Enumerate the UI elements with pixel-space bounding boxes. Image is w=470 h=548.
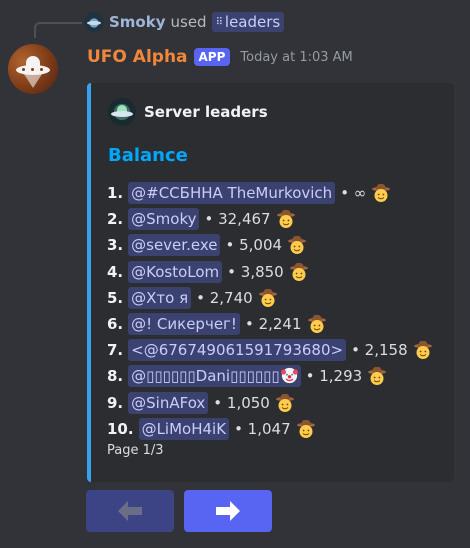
embed-footer: Page 1/3 xyxy=(107,443,164,458)
ufo-beam xyxy=(24,74,42,88)
leaderboard-row: 4. @KostoLom • 3,850 xyxy=(107,259,433,285)
user-mention[interactable]: @SinAFox xyxy=(128,391,209,414)
clown-icon xyxy=(280,368,298,384)
rank-number: 10. xyxy=(107,419,134,438)
reply-used-text: used xyxy=(170,13,207,31)
cowboy-emoji-icon xyxy=(289,262,308,281)
user-mention[interactable]: @LiMoH4iK xyxy=(138,417,230,440)
reply-user-name[interactable]: Smoky xyxy=(109,13,166,31)
reply-user-avatar[interactable] xyxy=(84,12,104,32)
cowboy-emoji-icon xyxy=(276,210,295,229)
arrow-right-icon xyxy=(216,501,240,521)
balance-value: • 2,740 xyxy=(196,288,253,307)
rank-number: 4. xyxy=(107,262,124,281)
rank-number: 6. xyxy=(107,315,124,334)
cowboy-emoji-icon xyxy=(288,236,307,255)
rank-number: 5. xyxy=(107,288,124,307)
mention-text: @▯▯▯▯▯▯Dani▯▯▯▯▯▯ xyxy=(131,367,280,386)
rank-number: 7. xyxy=(107,341,124,360)
user-mention[interactable]: @▯▯▯▯▯▯Dani▯▯▯▯▯▯ xyxy=(128,365,301,388)
embed-author: Server leaders xyxy=(108,98,268,126)
cowboy-emoji-icon xyxy=(296,419,315,438)
message-header: UFO Alpha APP Today at 1:03 AM xyxy=(87,44,353,70)
cowboy-emoji-icon xyxy=(258,288,277,307)
cowboy-emoji-icon xyxy=(368,367,387,386)
ufo-light xyxy=(31,68,34,71)
slash-command-chip[interactable]: ⠿ leaders xyxy=(211,12,285,32)
user-mention[interactable]: @KostoLom xyxy=(128,260,223,283)
user-mention[interactable]: @! Сикерчег! xyxy=(128,313,240,336)
cowboy-emoji-icon xyxy=(307,314,326,334)
slash-command-name: leaders xyxy=(224,13,281,31)
balance-value: • ∞ xyxy=(340,184,367,203)
leaderboard-row: 9. @SinAFox • 1,050 xyxy=(107,390,433,416)
reply-context[interactable]: Smoky used ⠿ leaders xyxy=(84,9,285,35)
leaderboard-row: 8. @▯▯▯▯▯▯Dani▯▯▯▯▯▯ • 1,293 xyxy=(107,363,433,389)
balance-value: • 3,850 xyxy=(227,262,284,281)
balance-value: • 1,050 xyxy=(213,393,270,412)
leaderboard-row: 7. <@676749061591793680> • 2,158 xyxy=(107,337,433,363)
next-page-button[interactable] xyxy=(184,490,272,532)
cowboy-emoji-icon xyxy=(275,393,294,412)
user-mention[interactable]: <@676749061591793680> xyxy=(128,339,347,362)
rank-number: 1. xyxy=(107,184,124,203)
user-mention[interactable]: @#ССБННА TheMurkovich xyxy=(128,182,336,205)
balance-value: • 1,047 xyxy=(234,419,291,438)
author-ufo-icon xyxy=(108,98,136,126)
balance-value: • 32,467 xyxy=(204,210,271,229)
leaderboard-list: 1. @#ССБННА TheMurkovich • ∞ 2. @Smoky •… xyxy=(107,180,433,442)
embed-author-name: Server leaders xyxy=(144,103,268,121)
leaderboard-row: 6. @! Сикерчег! • 2,241 xyxy=(107,311,433,337)
bot-name[interactable]: UFO Alpha xyxy=(87,47,188,67)
app-badge: APP xyxy=(193,48,231,66)
message-timestamp: Today at 1:03 AM xyxy=(240,49,353,65)
balance-value: • 1,293 xyxy=(305,367,363,386)
discord-message: Smoky used ⠿ leaders UFO Alpha APP Today… xyxy=(0,0,470,548)
command-icon: ⠿ xyxy=(215,16,223,28)
previous-page-button[interactable] xyxy=(86,490,174,532)
balance-value: • 2,158 xyxy=(351,341,408,360)
balance-value: • 2,241 xyxy=(244,315,302,334)
leaderboard-row: 5. @Хто я • 2,740 xyxy=(107,285,433,311)
cowboy-emoji-icon xyxy=(413,341,432,360)
ufo-light xyxy=(22,68,25,71)
leaderboard-row: 10. @LiMoH4iK • 1,047 xyxy=(107,416,433,442)
leaderboard-row: 1. @#ССБННА TheMurkovich • ∞ xyxy=(107,180,433,206)
balance-value: • 5,004 xyxy=(225,236,283,255)
user-mention[interactable]: @sever.exe xyxy=(128,234,221,257)
rank-number: 2. xyxy=(107,210,124,229)
cowboy-emoji-icon xyxy=(372,183,391,203)
embed-title: Balance xyxy=(108,145,188,166)
reply-connector xyxy=(34,22,82,38)
arrow-left-icon xyxy=(118,501,142,521)
leaderboard-row: 3. @sever.exe • 5,004 xyxy=(107,232,433,258)
leaderboard-embed: Server leaders Balance 1. @#ССБННА TheMu… xyxy=(87,83,454,482)
user-mention[interactable]: @Хто я xyxy=(128,286,192,309)
bot-avatar[interactable] xyxy=(8,44,58,94)
rank-number: 3. xyxy=(107,236,124,255)
rank-number: 8. xyxy=(107,367,124,386)
rank-number: 9. xyxy=(107,393,124,412)
user-mention[interactable]: @Smoky xyxy=(128,208,200,231)
ufo-light xyxy=(40,68,43,71)
leaderboard-row: 2. @Smoky • 32,467 xyxy=(107,206,433,232)
